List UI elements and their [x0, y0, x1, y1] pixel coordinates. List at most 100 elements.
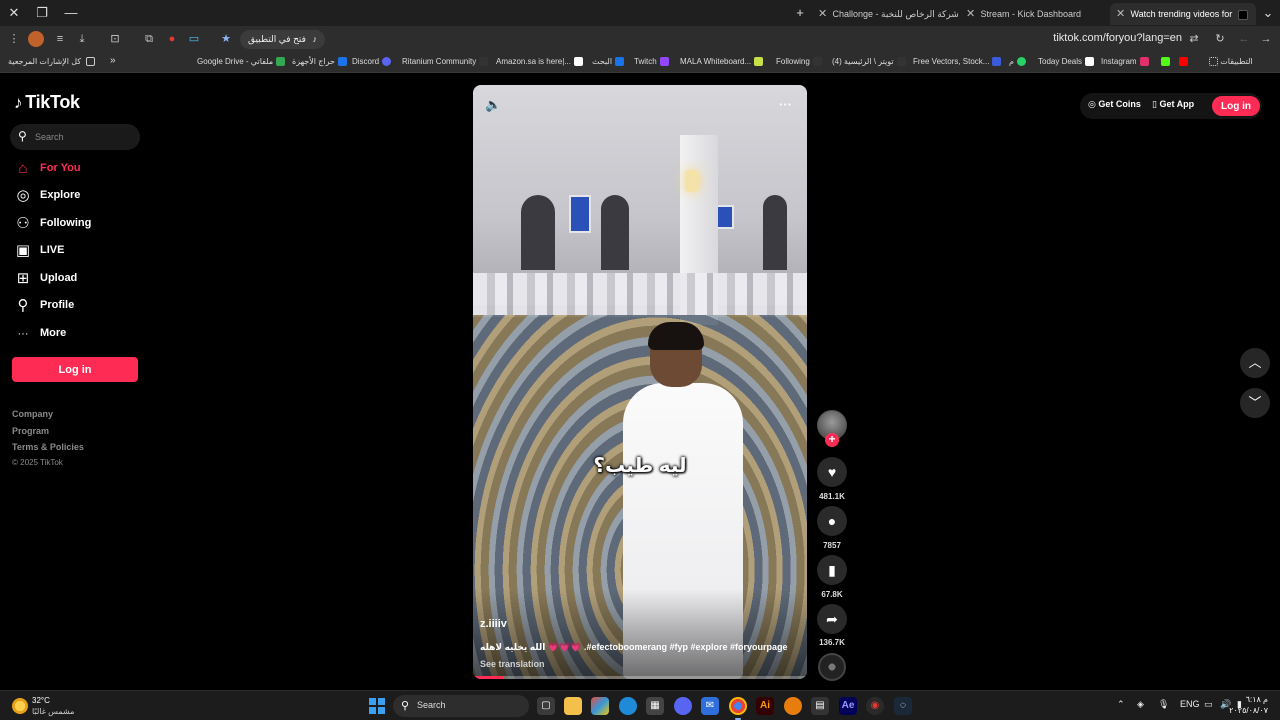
chrome-icon[interactable]: [729, 697, 747, 720]
close-window-icon[interactable]: ✕: [4, 4, 24, 22]
open-in-app-button[interactable]: فتح في التطبيق ♪: [240, 30, 325, 49]
search-box[interactable]: ⚲: [10, 124, 140, 150]
save-button[interactable]: ▮: [817, 555, 847, 585]
blender-icon[interactable]: [784, 697, 802, 715]
bookmark-search[interactable]: البحث: [592, 57, 625, 67]
system-clock[interactable]: م ٦:١٨ ٢٠٢٥/٠٨/٠٧: [1229, 694, 1268, 716]
nav-more[interactable]: ··· More: [14, 325, 134, 345]
bookmark-today-deals[interactable]: Today Deals: [1038, 57, 1095, 67]
steam-icon[interactable]: ◌: [894, 697, 912, 715]
youtube-bookmark-icon[interactable]: [1176, 57, 1188, 67]
mail-icon[interactable]: ✉: [701, 697, 719, 715]
task-view-icon[interactable]: ▢: [537, 697, 555, 715]
copilot-icon[interactable]: [591, 697, 609, 715]
music-disc-icon[interactable]: [818, 653, 846, 681]
kick-bookmark-icon[interactable]: [1158, 57, 1170, 67]
calculator-icon[interactable]: ▤: [811, 697, 829, 715]
nav-upload[interactable]: ⊞ Upload: [14, 270, 134, 290]
tab-challonge[interactable]: ✕ Challonge - شركة الرخاص للنخبة: [818, 3, 958, 25]
bookmarks-overflow-button[interactable]: »: [110, 55, 116, 66]
record-icon[interactable]: ●: [164, 31, 180, 47]
coin-icon: ◎: [1088, 99, 1096, 109]
like-button[interactable]: ♥: [817, 457, 847, 487]
nav-profile[interactable]: ⚲ Profile: [14, 297, 134, 317]
footer-link-company[interactable]: Company: [12, 409, 53, 419]
sidebar-login-button[interactable]: Log in: [12, 357, 138, 382]
video-more-options-icon[interactable]: ···: [779, 97, 792, 112]
nav-live[interactable]: ▣ LIVE: [14, 242, 134, 262]
bookmark-twitch[interactable]: Twitch: [634, 57, 669, 67]
network-icon[interactable]: ▭: [1204, 699, 1213, 710]
video-player[interactable]: ليه طيب؟ 🔈 ··· z.iiiiv الله يخليه لاهله …: [473, 85, 807, 679]
footer-link-terms[interactable]: Terms & Policies: [12, 442, 84, 452]
apps-button[interactable]: التطبيقات: [1206, 57, 1253, 67]
reload-icon[interactable]: ↻: [1212, 31, 1228, 47]
tab-search-icon[interactable]: ⌄: [1258, 4, 1278, 22]
nav-for-you[interactable]: ⌂ For You: [14, 160, 134, 180]
cast-icon[interactable]: ▭: [186, 31, 202, 47]
bookmark-ritanium[interactable]: Ritanium Community: [402, 57, 489, 67]
tray-app-icon[interactable]: ◈: [1137, 699, 1144, 710]
new-tab-button[interactable]: +: [790, 4, 810, 22]
bookmark-star-icon[interactable]: ★: [218, 31, 234, 47]
forward-icon[interactable]: ←: [1236, 31, 1252, 47]
taskbar-search[interactable]: ⚲ Search: [393, 695, 529, 717]
minimize-window-icon[interactable]: —: [61, 4, 81, 22]
menu-dots-icon[interactable]: ⋮: [6, 31, 22, 47]
back-icon[interactable]: →: [1258, 31, 1274, 47]
comment-button[interactable]: ●: [817, 506, 847, 536]
get-app-button[interactable]: ▯ Get App: [1152, 99, 1194, 110]
next-video-button[interactable]: ﹀: [1240, 388, 1270, 418]
bookmark-whatsapp[interactable]: م: [1009, 57, 1026, 67]
tiktok-logo[interactable]: ♪ TikTok: [14, 92, 80, 113]
playlist-icon[interactable]: ≡: [52, 31, 68, 47]
tab-close-icon[interactable]: ✕: [966, 3, 978, 25]
microphone-icon[interactable]: 🎙: [1158, 699, 1169, 710]
bookmark-google-drive[interactable]: Google Drive - ملفاتي: [197, 57, 286, 67]
tray-overflow-icon[interactable]: ⌃: [1117, 699, 1125, 710]
file-explorer-icon[interactable]: [564, 697, 582, 715]
bookmark-discord[interactable]: Discord: [352, 57, 392, 67]
bookmark-following[interactable]: Following: [776, 57, 822, 67]
discord-icon[interactable]: [674, 697, 692, 715]
address-bar[interactable]: tiktok.com/foryou?lang=en: [1053, 32, 1182, 44]
extension-icon[interactable]: [28, 31, 44, 47]
download-icon[interactable]: ⤓: [74, 31, 90, 47]
previous-video-button[interactable]: ︿: [1240, 348, 1270, 378]
bookmark-instagram[interactable]: Instagram: [1101, 57, 1149, 67]
bookmark-amazon[interactable]: Amazon.sa is here|...: [496, 57, 583, 67]
volume-icon[interactable]: 🔈: [485, 97, 501, 113]
see-translation-link[interactable]: See translation: [480, 659, 545, 669]
video-progress-bar[interactable]: [473, 676, 807, 679]
store-icon[interactable]: ▦: [646, 697, 664, 715]
all-bookmarks-button[interactable]: كل الإشارات المرجعية: [8, 57, 96, 67]
site-settings-icon[interactable]: ⇄: [1186, 31, 1202, 47]
restore-window-icon[interactable]: ❐: [32, 4, 52, 22]
bookmark-mala-whiteboard[interactable]: MALA Whiteboard...: [680, 57, 764, 67]
tab-close-icon[interactable]: ✕: [818, 3, 830, 25]
following-icon: ⚇: [16, 215, 30, 232]
header-login-button[interactable]: Log in: [1212, 96, 1260, 116]
after-effects-icon[interactable]: Ae: [839, 697, 857, 715]
tab-tiktok[interactable]: ✕ Watch trending videos for: [1110, 3, 1256, 25]
language-indicator[interactable]: ENG: [1180, 699, 1200, 709]
get-coins-button[interactable]: ◎ Get Coins: [1088, 99, 1141, 110]
follow-plus-icon[interactable]: +: [825, 433, 839, 447]
obs-icon[interactable]: ◉: [866, 697, 884, 715]
video-username[interactable]: z.iiiiv: [480, 618, 507, 630]
share-button[interactable]: ➦: [817, 604, 847, 634]
nav-following[interactable]: ⚇ Following: [14, 215, 134, 235]
illustrator-icon[interactable]: Ai: [756, 697, 774, 715]
nav-explore[interactable]: ◎ Explore: [14, 187, 134, 207]
tab-kick-dashboard[interactable]: ✕ Stream - Kick Dashboard: [966, 3, 1106, 25]
bookmark-haraj[interactable]: حراج الأجهزة: [292, 57, 347, 67]
extensions-puzzle-icon[interactable]: ⧉: [141, 31, 157, 47]
bookmark-twitter-home[interactable]: (4) تويتر \ الرئيسية: [832, 57, 906, 67]
windows-start-icon[interactable]: [369, 698, 385, 714]
screenshot-icon[interactable]: ⊡: [107, 31, 123, 47]
bookmark-free-vectors[interactable]: Free Vectors, Stock...: [913, 57, 1002, 67]
edge-icon[interactable]: [619, 697, 637, 715]
footer-link-program[interactable]: Program: [12, 426, 49, 436]
search-input[interactable]: [35, 128, 135, 146]
tab-close-icon[interactable]: ✕: [1116, 3, 1128, 25]
